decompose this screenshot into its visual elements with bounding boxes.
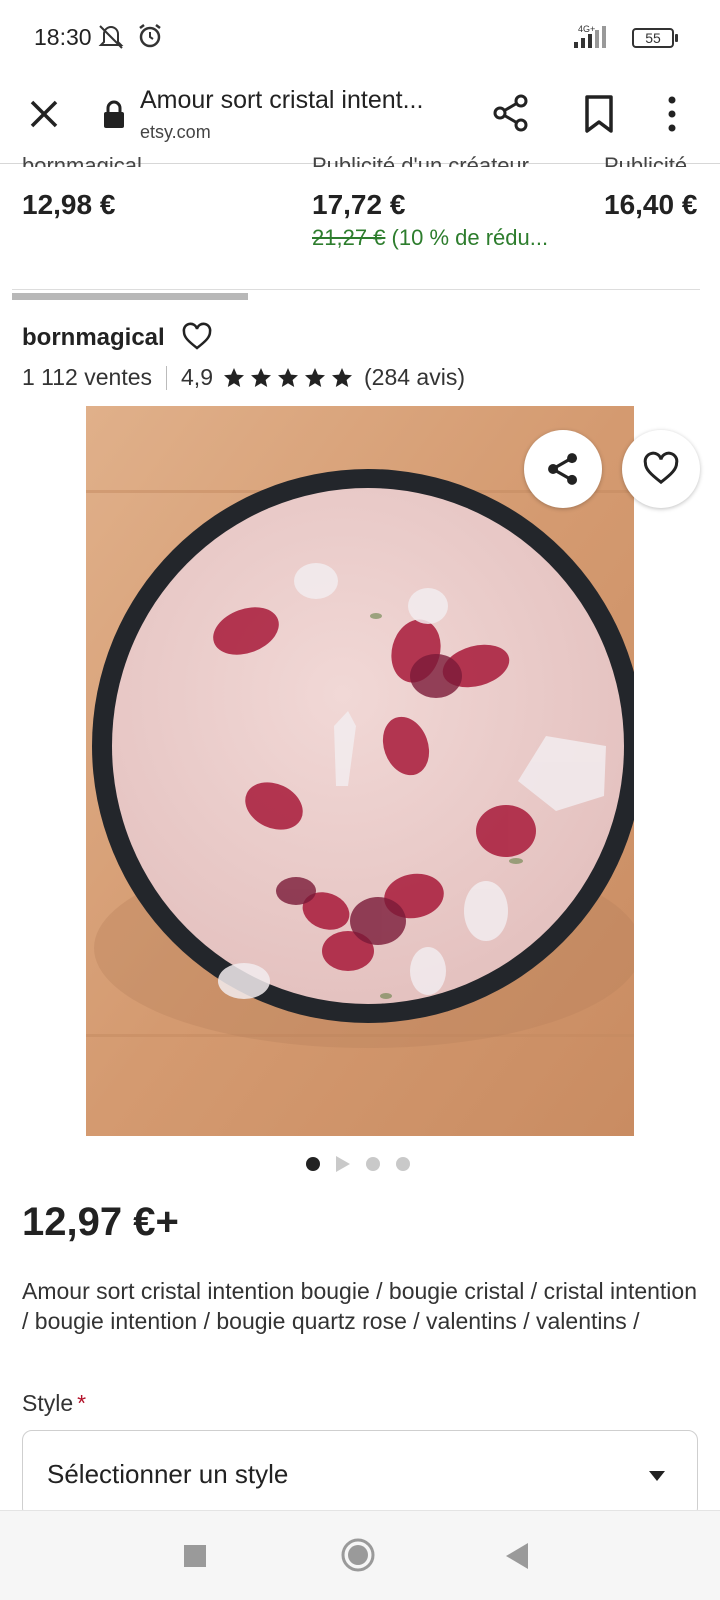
- candle-photo: [86, 406, 634, 1136]
- system-nav-bar: [0, 1510, 720, 1600]
- carousel-dot[interactable]: [396, 1157, 410, 1171]
- battery-icon: 55: [632, 28, 678, 48]
- share-icon[interactable]: [490, 92, 532, 134]
- style-select[interactable]: Sélectionner un style: [22, 1430, 698, 1518]
- shop-rating: 4,9: [181, 364, 213, 390]
- horizontal-scrollbar[interactable]: [12, 293, 248, 300]
- divider: [12, 289, 700, 290]
- reco-seller-cut: bornmagical: [22, 153, 142, 167]
- image-share-button[interactable]: [524, 430, 602, 508]
- more-vert-icon[interactable]: [662, 94, 682, 134]
- carousel-indicator: [306, 1156, 426, 1172]
- star-icon: [251, 367, 271, 387]
- star-icon: [278, 367, 298, 387]
- status-time: 18:30: [34, 24, 92, 50]
- alarm-icon: [139, 24, 161, 48]
- image-favorite-button[interactable]: [622, 430, 700, 508]
- page-domain[interactable]: etsy.com: [140, 122, 211, 143]
- lock-icon: [104, 100, 124, 128]
- video-play-icon[interactable]: [336, 1156, 350, 1172]
- separator: [166, 365, 168, 390]
- style-label-text: Style: [22, 1390, 74, 1416]
- shop-reviews[interactable]: (284 avis): [364, 364, 465, 391]
- home-icon[interactable]: [340, 1537, 376, 1573]
- product-image[interactable]: [86, 406, 634, 1136]
- heart-icon: [643, 451, 679, 485]
- reco-price[interactable]: 16,40 €: [604, 189, 697, 221]
- star-icon: [224, 367, 244, 387]
- recommendations-strip: bornmagical Publicité d'un créateur Publ…: [0, 153, 720, 300]
- signal-icon: [574, 26, 606, 48]
- share-icon: [548, 453, 578, 485]
- close-icon[interactable]: [26, 96, 62, 132]
- reco-seller-cut: Publicité d'un créateur: [312, 153, 529, 167]
- star-icon: [332, 367, 352, 387]
- shop-sales: 1 112 ventes: [22, 364, 153, 390]
- status-bar: 18:30 4G+ 55: [0, 0, 720, 76]
- heart-icon[interactable]: [182, 322, 212, 352]
- required-mark: *: [77, 1390, 87, 1416]
- shop-name[interactable]: bornmagical: [22, 324, 165, 352]
- mute-bell-icon: [98, 25, 124, 49]
- reco-old-price-row: 21,27 € (10 % de rédu...: [312, 225, 548, 251]
- bookmark-icon[interactable]: [582, 94, 616, 134]
- star-icon: [305, 367, 325, 387]
- back-icon[interactable]: [506, 1543, 528, 1569]
- reco-old-price: 21,27 €: [312, 225, 386, 250]
- chevron-down-icon: [649, 1471, 665, 1481]
- shop-meta: 1 112 ventes 4,9 (284 avis): [22, 364, 465, 391]
- product-price: 12,97 €+: [22, 1200, 179, 1244]
- page-title[interactable]: Amour sort cristal intent...: [140, 86, 423, 115]
- rating-stars: [221, 366, 356, 390]
- product-title: Amour sort cristal intention bougie / bo…: [22, 1278, 697, 1334]
- reco-seller-cut: Publicité: [604, 153, 688, 167]
- style-select-value: Sélectionner un style: [47, 1459, 289, 1489]
- reco-discount: (10 % de rédu...: [391, 225, 549, 250]
- carousel-dot[interactable]: [366, 1157, 380, 1171]
- style-label: Style *: [22, 1390, 86, 1417]
- browser-toolbar: Amour sort cristal intent... etsy.com: [0, 76, 720, 164]
- carousel-dot-active[interactable]: [306, 1157, 320, 1171]
- reco-price[interactable]: 12,98 €: [22, 189, 115, 221]
- recent-apps-icon[interactable]: [184, 1545, 206, 1567]
- reco-price[interactable]: 17,72 €: [312, 189, 405, 221]
